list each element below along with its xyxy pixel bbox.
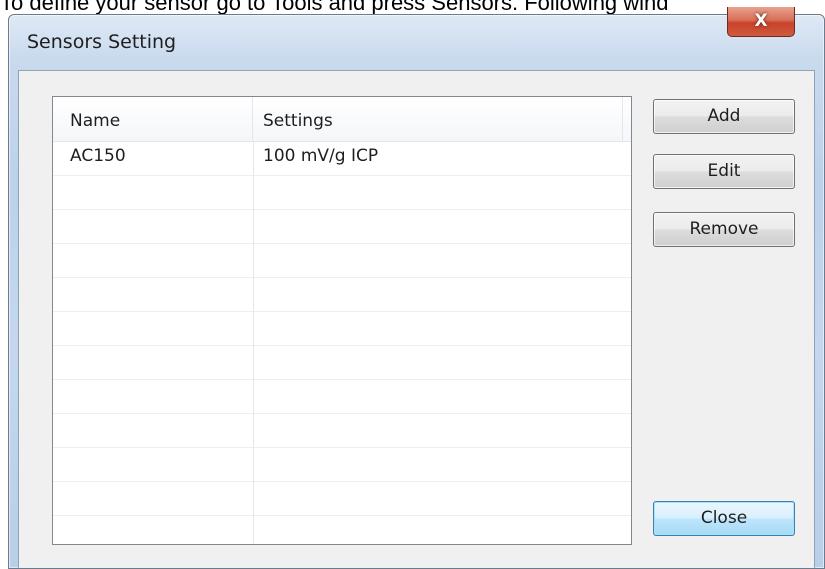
row-settings-cell [263,175,613,209]
column-header-settings[interactable]: Settings [253,97,623,141]
list-row [53,277,631,312]
list-row [53,311,631,346]
dialog-client-area: Name Settings AC150 100 mV/g ICP Add Edi… [18,70,815,568]
list-row [53,413,631,448]
row-name-cell [70,515,250,544]
row-name-cell [70,243,250,277]
row-name-cell [70,481,250,515]
row-settings-cell [263,209,613,243]
list-row [53,481,631,516]
list-row [53,515,631,544]
row-name-cell [70,379,250,413]
row-settings-cell [263,243,613,277]
close-icon: X [754,11,768,31]
list-header: Name Settings [53,97,631,142]
edit-button[interactable]: Edit [653,154,795,189]
sensors-setting-dialog: Sensors Setting X Name Settings AC150 10… [8,7,825,569]
row-name-cell [70,447,250,481]
row-settings-cell [263,311,613,345]
row-settings-cell [263,277,613,311]
dialog-title: Sensors Setting [27,31,177,53]
list-row [53,345,631,380]
row-name-cell [70,413,250,447]
row-name-cell [70,345,250,379]
list-row [53,447,631,482]
remove-button[interactable]: Remove [653,212,795,247]
row-name-cell [70,209,250,243]
sensors-list[interactable]: Name Settings AC150 100 mV/g ICP [52,96,632,545]
list-row [53,209,631,244]
list-row [53,243,631,278]
row-settings-cell [263,379,613,413]
row-name-cell: AC150 [70,146,126,166]
list-row[interactable]: AC150 100 mV/g ICP [53,141,631,176]
row-settings-cell: 100 mV/g ICP [263,146,379,166]
row-settings-cell [263,481,613,515]
list-row [53,175,631,210]
row-settings-cell [263,345,613,379]
close-window-button[interactable]: X [727,7,795,37]
row-name-cell [70,311,250,345]
row-settings-cell [263,447,613,481]
column-header-name[interactable]: Name [53,97,253,141]
row-name-cell [70,175,250,209]
close-button[interactable]: Close [653,501,795,536]
list-row [53,379,631,414]
row-settings-cell [263,413,613,447]
row-settings-cell [263,515,613,544]
add-button[interactable]: Add [653,99,795,134]
row-name-cell [70,277,250,311]
